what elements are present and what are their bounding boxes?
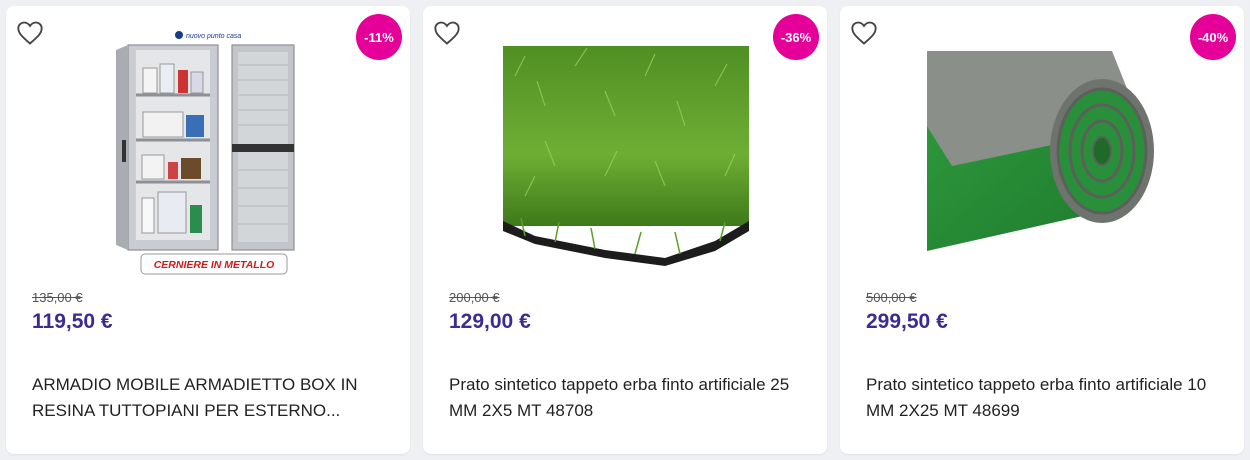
product-image[interactable] — [840, 20, 1244, 282]
product-title[interactable]: Prato sintetico tappeto erba finto artif… — [449, 372, 799, 424]
old-price: 200,00 € — [449, 290, 500, 305]
cabinet-image[interactable]: nuovo punto casa CERNIERE IN METALLO — [108, 20, 308, 282]
old-price: 500,00 € — [866, 290, 917, 305]
grass-roll-image[interactable] — [912, 46, 1172, 256]
product-image[interactable]: nuovo punto casa CERNIERE IN METALLO — [6, 20, 410, 282]
grass-image[interactable] — [495, 36, 755, 266]
product-card[interactable]: -36% 200,00 € 129,00 € Prato sintetico t… — [423, 6, 827, 454]
product-grid: -11% nuovo punto casa CERNIERE IN METALL… — [0, 0, 1250, 460]
old-price: 135,00 € — [32, 290, 83, 305]
current-price: 129,00 € — [449, 310, 531, 333]
product-image[interactable] — [423, 20, 827, 282]
product-card[interactable]: -40% 500,00 € 299,50 € Prato sintetico t… — [840, 6, 1244, 454]
product-card[interactable]: -11% nuovo punto casa CERNIERE IN METALL… — [6, 6, 410, 454]
product-title[interactable]: Prato sintetico tappeto erba finto artif… — [866, 372, 1216, 424]
product-title[interactable]: ARMADIO MOBILE ARMADIETTO BOX IN RESINA … — [32, 372, 382, 424]
image-caption: CERNIERE IN METALLO — [154, 259, 275, 271]
current-price: 119,50 € — [32, 310, 113, 333]
current-price: 299,50 € — [866, 310, 948, 333]
brand-logo: nuovo punto casa — [186, 33, 241, 40]
